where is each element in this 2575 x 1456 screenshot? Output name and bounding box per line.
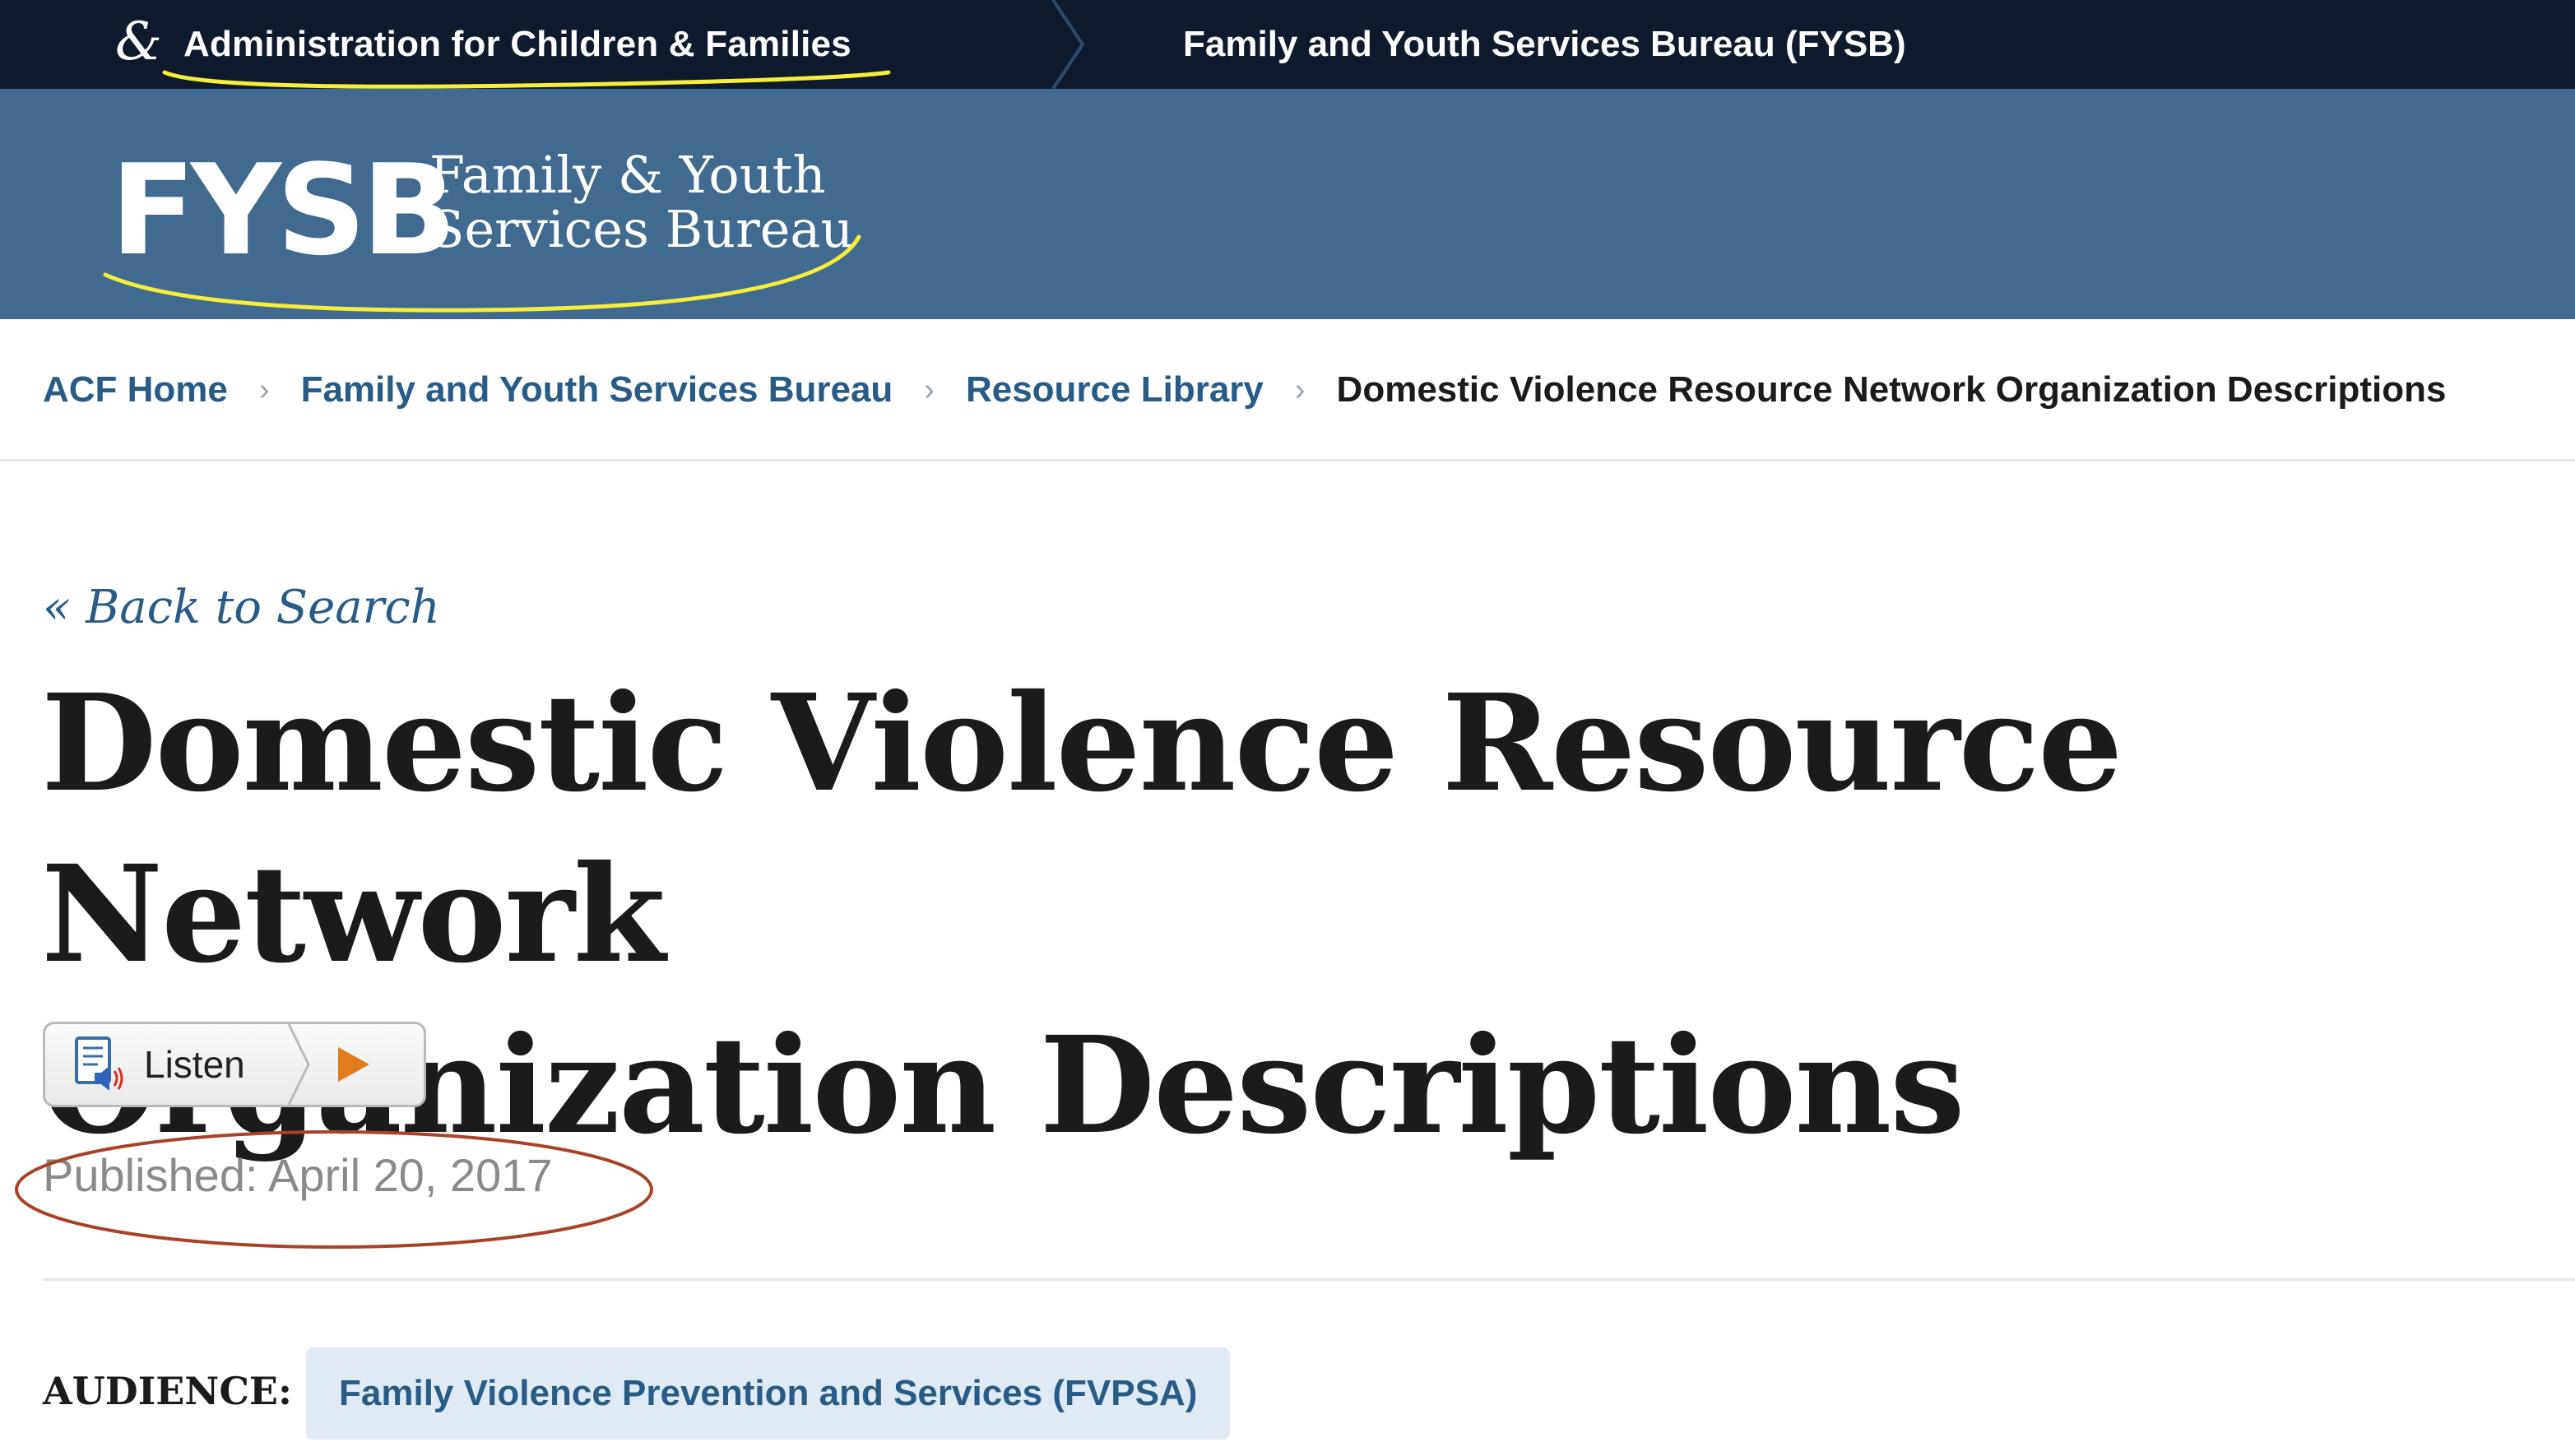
breadcrumb-fysb[interactable]: Family and Youth Services Bureau	[301, 369, 893, 410]
back-to-search-link[interactable]: « Back to Search	[43, 581, 440, 634]
agency-topbar: & Administration for Children & Families…	[0, 0, 2575, 89]
breadcrumb-divider	[0, 459, 2575, 461]
breadcrumb-separator: ›	[258, 372, 270, 407]
audience-tag-fvpsa[interactable]: Family Violence Prevention and Services …	[306, 1347, 1231, 1440]
logo-line-2: Services Bureau	[429, 199, 854, 259]
breadcrumb-acf-home[interactable]: ACF Home	[43, 369, 228, 410]
play-icon[interactable]	[284, 1024, 424, 1105]
breadcrumb-resource-library[interactable]: Resource Library	[966, 369, 1264, 410]
breadcrumb: ACF Home › Family and Youth Services Bur…	[43, 319, 2575, 461]
acf-ampersand-logo-icon: &	[115, 12, 162, 72]
acf-label: Administration for Children & Families	[183, 24, 851, 64]
chevron-divider-icon	[1051, 0, 1085, 89]
listen-button[interactable]: Listen	[43, 1022, 426, 1107]
acf-home-link[interactable]: & Administration for Children & Families	[115, 0, 851, 89]
published-date: Published: April 20, 2017	[43, 1149, 553, 1201]
page-title-line-1: Domestic Violence Resource Network	[41, 665, 2123, 993]
fysb-logo-text: Family & Youth Services Bureau	[429, 148, 853, 257]
content-divider	[43, 1278, 2575, 1281]
fysb-topbar-link[interactable]: Family and Youth Services Bureau (FYSB)	[1183, 0, 1906, 89]
breadcrumb-current: Domestic Violence Resource Network Organ…	[1336, 369, 2447, 410]
breadcrumb-separator: ›	[924, 372, 935, 407]
breadcrumb-separator: ›	[1294, 372, 1306, 407]
document-speaker-icon	[75, 1036, 123, 1091]
brand-header: FYSB Family & Youth Services Bureau	[0, 89, 2575, 319]
logo-line-1: Family & Youth	[429, 145, 826, 205]
listen-label: Listen	[144, 1043, 245, 1086]
audience-label: AUDIENCE:	[43, 1369, 292, 1413]
fysb-logo[interactable]: FYSB	[110, 148, 457, 273]
